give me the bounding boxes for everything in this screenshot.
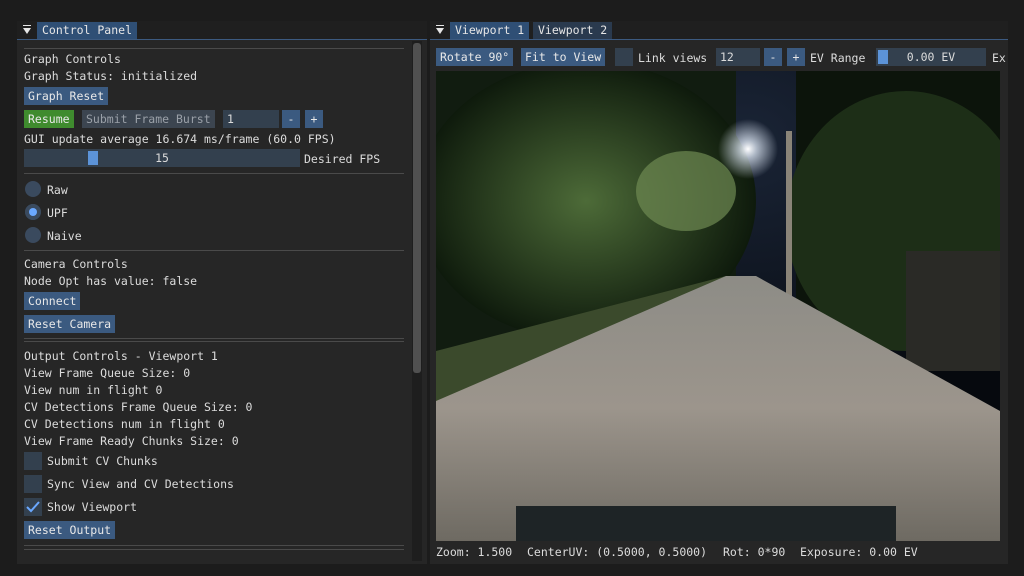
collapse-menu-icon-line xyxy=(436,25,444,26)
submit-frame-burst-button[interactable]: Submit Frame Burst xyxy=(82,110,215,128)
viewport-image[interactable] xyxy=(436,71,1000,541)
rotation-readout: Rot: 0*90 xyxy=(723,545,786,559)
tab-viewport-1[interactable]: Viewport 1 xyxy=(450,22,530,39)
output-controls-heading: Output Controls - Viewport 1 xyxy=(24,349,218,363)
output-stat-line: CV Detections Frame Queue Size: 0 xyxy=(24,400,253,414)
camera-controls-heading: Camera Controls xyxy=(24,257,128,271)
graph-reset-button[interactable]: Graph Reset xyxy=(24,87,109,105)
separator xyxy=(24,341,404,342)
link-views-label: Link views xyxy=(638,51,708,65)
output-stat-line: CV Detections num in flight 0 xyxy=(24,417,225,431)
overflow-label: Ex xyxy=(992,51,1006,65)
scrollbar-thumb[interactable] xyxy=(413,43,421,373)
collapse-menu-icon-line xyxy=(23,25,31,26)
separator xyxy=(24,545,404,546)
separator xyxy=(24,48,404,49)
radio-raw[interactable] xyxy=(25,181,41,197)
separator xyxy=(24,173,404,174)
output-stat-line: View Frame Queue Size: 0 xyxy=(24,366,191,380)
separator xyxy=(24,250,404,251)
ev-slider-value: 0.00 EV xyxy=(906,50,956,64)
reset-output-button[interactable]: Reset Output xyxy=(24,521,116,539)
zoom-readout: Zoom: 1.500 xyxy=(436,545,513,559)
show-viewport-label: Show Viewport xyxy=(47,500,138,514)
street-lamp-glow xyxy=(718,119,778,179)
node-opt-text: Node Opt has value: false xyxy=(24,274,198,288)
sync-view-cv-label: Sync View and CV Detections xyxy=(47,477,234,491)
tab-viewport-2[interactable]: Viewport 2 xyxy=(533,22,613,39)
fence xyxy=(906,251,1000,371)
burst-decrement-button[interactable]: - xyxy=(282,110,300,128)
lit-foliage xyxy=(636,151,736,231)
radio-upf[interactable] xyxy=(25,204,41,220)
show-viewport-checkbox[interactable] xyxy=(24,498,42,516)
tab-control-panel[interactable]: Control Panel xyxy=(37,22,138,39)
collapse-menu-icon[interactable] xyxy=(436,28,444,34)
sync-view-cv-checkbox[interactable] xyxy=(24,475,42,493)
viewport-panel: Viewport 1 Viewport 2 Rotate 90° Fit to … xyxy=(430,21,1008,564)
burst-increment-button[interactable]: + xyxy=(305,110,323,128)
fps-slider-label: Desired FPS xyxy=(304,152,381,166)
fit-to-view-button[interactable]: Fit to View xyxy=(521,48,606,66)
separator xyxy=(24,549,404,550)
separator xyxy=(24,338,404,339)
fps-slider[interactable]: 15 xyxy=(24,149,300,167)
radio-raw-label: Raw xyxy=(47,183,68,197)
lamp-pole xyxy=(786,131,792,311)
reset-camera-button[interactable]: Reset Camera xyxy=(24,315,116,333)
gui-update-text: GUI update average 16.674 ms/frame (60.0… xyxy=(24,132,336,146)
link-decrement-button[interactable]: - xyxy=(764,48,782,66)
collapse-menu-icon[interactable] xyxy=(23,28,31,34)
link-increment-button[interactable]: + xyxy=(787,48,805,66)
control-panel: Control Panel Graph Controls Graph Statu… xyxy=(17,21,427,564)
center-uv-readout: CenterUV: (0.5000, 0.5000) xyxy=(527,545,708,559)
radio-naive-label: Naive xyxy=(47,229,82,243)
submit-cv-chunks-label: Submit CV Chunks xyxy=(47,454,158,468)
submit-cv-chunks-checkbox[interactable] xyxy=(24,452,42,470)
link-views-input[interactable]: 12 xyxy=(716,48,760,66)
fps-slider-value: 15 xyxy=(155,151,169,165)
ev-range-label: EV Range xyxy=(810,51,866,65)
car-hood xyxy=(516,506,896,541)
rotate-90-button[interactable]: Rotate 90° xyxy=(436,48,514,66)
link-views-checkbox[interactable] xyxy=(615,48,633,66)
burst-count-input[interactable]: 1 xyxy=(223,110,279,128)
connect-button[interactable]: Connect xyxy=(24,292,81,310)
ev-slider[interactable]: 0.00 EV xyxy=(876,48,986,66)
exposure-readout: Exposure: 0.00 EV xyxy=(800,545,918,559)
checkmark-icon xyxy=(26,501,40,513)
output-stat-line: View Frame Ready Chunks Size: 0 xyxy=(24,434,239,448)
resume-button[interactable]: Resume xyxy=(24,110,74,128)
output-stat-line: View num in flight 0 xyxy=(24,383,163,397)
radio-naive[interactable] xyxy=(25,227,41,243)
graph-status-text: Graph Status: initialized xyxy=(24,69,198,83)
graph-controls-heading: Graph Controls xyxy=(24,52,121,66)
radio-upf-label: UPF xyxy=(47,206,68,220)
